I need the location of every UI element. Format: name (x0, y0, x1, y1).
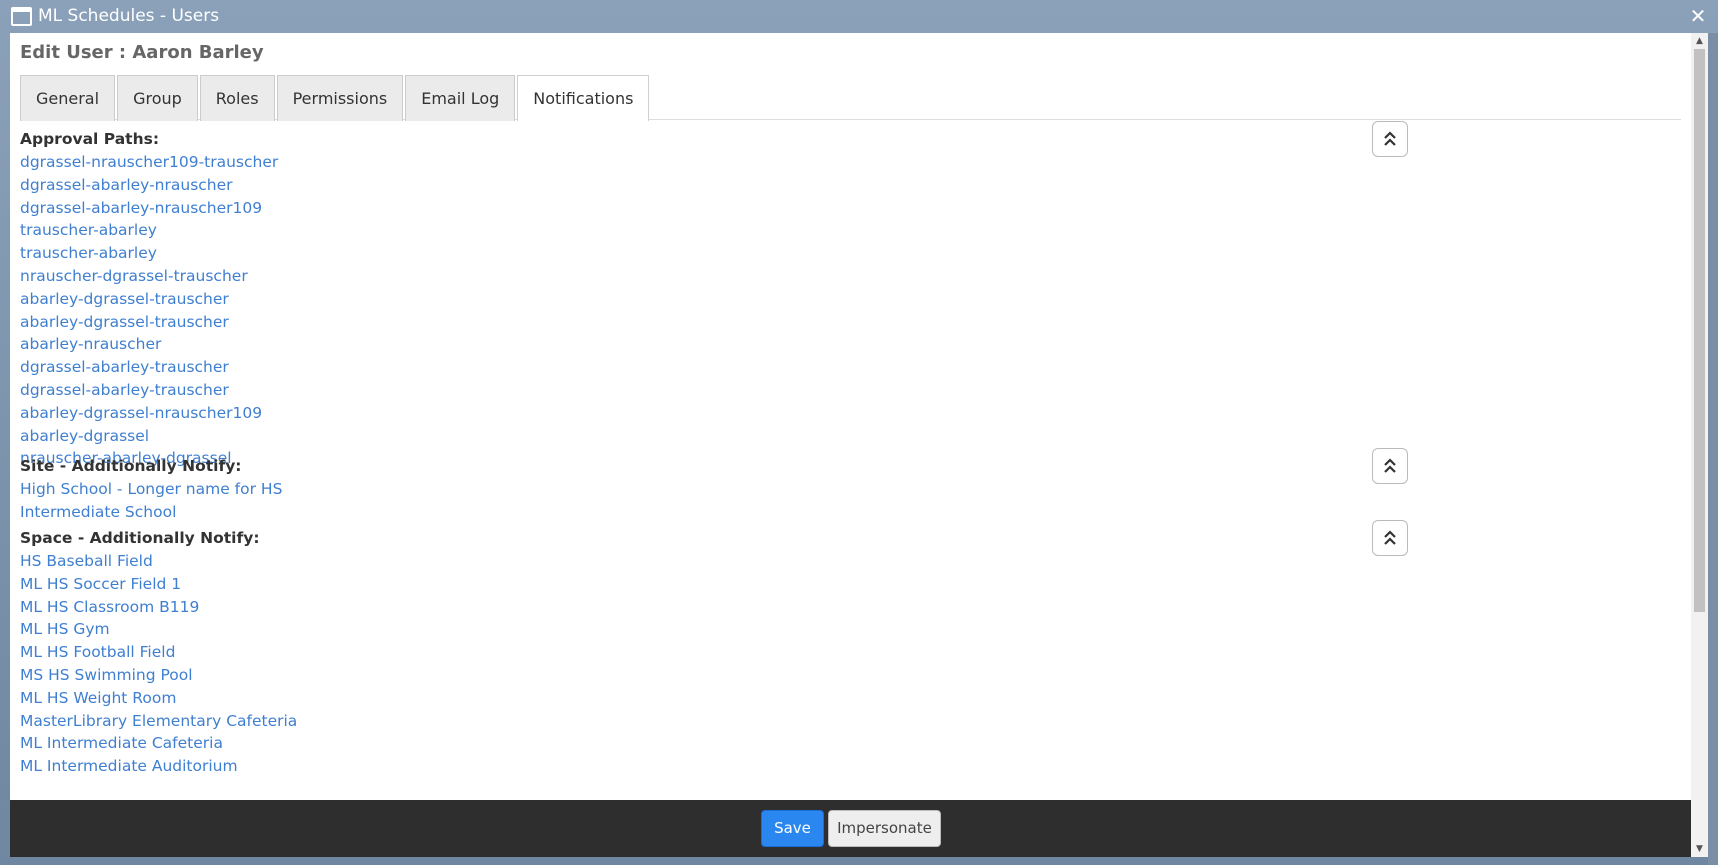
notify-link[interactable]: dgrassel-abarley-trauscher (20, 356, 1400, 379)
title-bar[interactable]: ML Schedules - Users ✕ (0, 0, 1718, 33)
site-notify-section: Site - Additionally Notify: High School … (20, 448, 1408, 528)
background-strip (1708, 33, 1718, 865)
notify-link[interactable]: ML HS Soccer Field 1 (20, 573, 1400, 596)
approval-paths-heading: Approval Paths: (20, 130, 160, 148)
app-window: ML Schedules - Users ✕ Edit User : Aaron… (0, 0, 1718, 865)
collapse-site-button[interactable] (1372, 448, 1408, 484)
approval-paths-section: Approval Paths: dgrassel-nrauscher109-tr… (20, 121, 1408, 467)
notify-link[interactable]: Intermediate School (20, 501, 1400, 524)
footer-bar: Save Impersonate (10, 800, 1691, 857)
tab-notifications[interactable]: Notifications (517, 75, 650, 121)
notify-link[interactable]: abarley-dgrassel-trauscher (20, 311, 1400, 334)
tab-permissions[interactable]: Permissions (276, 75, 404, 121)
space-notify-section: Space - Additionally Notify: HS Baseball… (20, 520, 1408, 778)
page-title: Edit User : Aaron Barley (20, 42, 264, 63)
notify-link[interactable]: abarley-dgrassel-nrauscher109 (20, 402, 1400, 425)
tab-group[interactable]: Group (117, 75, 198, 121)
close-icon[interactable]: ✕ (1688, 4, 1708, 28)
notify-link[interactable]: ML HS Weight Room (20, 687, 1400, 710)
notifications-panel: Approval Paths: dgrassel-nrauscher109-tr… (20, 121, 1408, 778)
impersonate-button[interactable]: Impersonate (828, 810, 941, 847)
scroll-down-icon[interactable]: ▼ (1691, 841, 1708, 857)
scroll-thumb[interactable] (1694, 49, 1705, 612)
notify-link[interactable]: MS HS Swimming Pool (20, 664, 1400, 687)
tab-email-log[interactable]: Email Log (405, 75, 516, 121)
notify-link[interactable]: trauscher-abarley (20, 219, 1400, 242)
notify-link[interactable]: MasterLibrary Elementary Cafeteria (20, 710, 1400, 733)
tab-bar: General Group Roles Permissions Email Lo… (20, 75, 1681, 121)
dialog-body: Edit User : Aaron Barley General Group R… (10, 33, 1691, 800)
notify-link[interactable]: ML HS Classroom B119 (20, 596, 1400, 619)
notify-link[interactable]: abarley-dgrassel-trauscher (20, 288, 1400, 311)
double-chevron-up-icon (1384, 131, 1396, 146)
approval-paths-list: dgrassel-nrauscher109-trauscher dgrassel-… (20, 151, 1400, 470)
notify-link[interactable]: High School - Longer name for HS (20, 478, 1400, 501)
double-chevron-up-icon (1384, 530, 1396, 545)
tab-roles[interactable]: Roles (199, 75, 275, 121)
notify-link[interactable]: abarley-dgrassel (20, 425, 1400, 448)
save-button[interactable]: Save (761, 810, 824, 847)
vertical-scrollbar[interactable]: ▲ ▼ (1691, 33, 1708, 857)
notify-link[interactable]: ML Intermediate Cafeteria (20, 732, 1400, 755)
notify-link[interactable]: abarley-nrauscher (20, 333, 1400, 356)
tab-general[interactable]: General (20, 75, 116, 121)
site-notify-heading: Site - Additionally Notify: (20, 457, 242, 475)
notify-link[interactable]: nrauscher-dgrassel-trauscher (20, 265, 1400, 288)
space-notify-list: HS Baseball Field ML HS Soccer Field 1 ML … (20, 550, 1400, 778)
notify-link[interactable]: dgrassel-nrauscher109-trauscher (20, 151, 1400, 174)
scroll-up-icon[interactable]: ▲ (1691, 33, 1708, 49)
window-title: ML Schedules - Users (38, 6, 220, 26)
collapse-space-button[interactable] (1372, 520, 1408, 556)
space-notify-heading: Space - Additionally Notify: (20, 529, 260, 547)
notify-link[interactable]: HS Baseball Field (20, 550, 1400, 573)
double-chevron-up-icon (1384, 458, 1396, 473)
notify-link[interactable]: dgrassel-abarley-trauscher (20, 379, 1400, 402)
notify-link[interactable]: dgrassel-abarley-nrauscher (20, 174, 1400, 197)
notify-link[interactable]: ML HS Gym (20, 618, 1400, 641)
notify-link[interactable]: ML HS Football Field (20, 641, 1400, 664)
notify-link[interactable]: trauscher-abarley (20, 242, 1400, 265)
notify-link[interactable]: dgrassel-abarley-nrauscher109 (20, 197, 1400, 220)
collapse-approval-button[interactable] (1372, 121, 1408, 157)
notify-link[interactable]: ML Intermediate Auditorium (20, 755, 1400, 778)
site-notify-list: High School - Longer name for HS Intermed… (20, 478, 1400, 524)
window-icon (11, 7, 32, 26)
